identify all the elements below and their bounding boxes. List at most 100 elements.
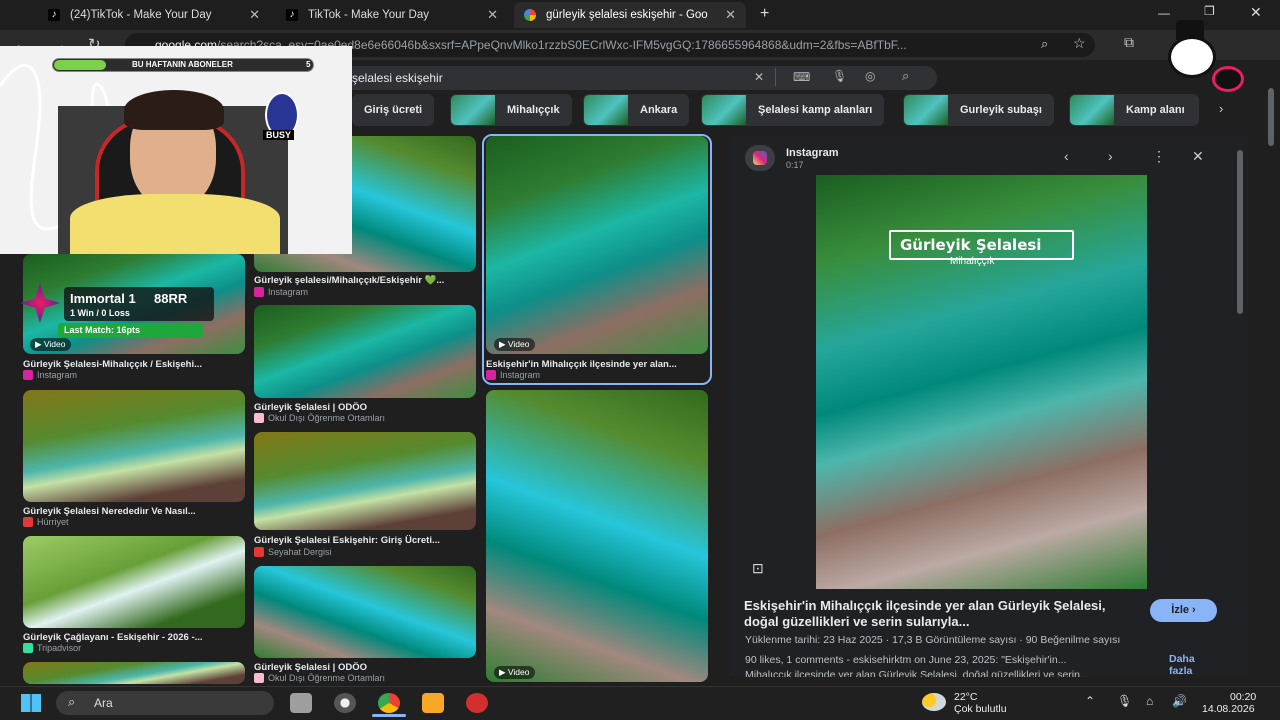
search-input[interactable]: şelalesi eskişehir <box>340 66 937 90</box>
chrome-icon[interactable] <box>378 693 400 713</box>
minimize-button[interactable]: — <box>1158 6 1170 20</box>
chip-giris-ucreti[interactable]: Giriş ücreti <box>352 94 435 126</box>
streamer-shirt <box>70 194 280 254</box>
more-vert-icon[interactable]: ⋮ <box>1152 148 1166 165</box>
preview-description: 90 likes, 1 comments - eskisehirktm on J… <box>745 654 1067 666</box>
app-icon[interactable] <box>334 693 356 713</box>
clock-date[interactable]: 14.08.2026 <box>1202 703 1255 715</box>
close-preview-icon[interactable]: ✕ <box>1192 148 1204 165</box>
result-caption[interactable]: Gürleyik Şelalesi-Mihalıççık / Eskişehi.… <box>23 359 245 370</box>
chip-mihaliccik[interactable]: Mihalıççık <box>450 94 572 126</box>
result-image[interactable] <box>254 566 476 658</box>
result-source[interactable]: Okul Dışı Öğrenme Ortamları <box>254 413 385 423</box>
result-image[interactable] <box>23 536 245 628</box>
preview-title[interactable]: Eskişehir'in Mihalıççık ilçesinde yer al… <box>744 598 1136 630</box>
panel-scrollbar[interactable] <box>1237 150 1243 314</box>
new-tab-button[interactable]: + <box>760 5 769 23</box>
result-caption[interactable]: Gürleyik şelalesi/Mihalıççık/Eskişehir 💚… <box>254 275 476 286</box>
weather-temp[interactable]: 22°C <box>954 691 977 703</box>
result-image[interactable] <box>23 390 245 502</box>
chip-kamp-alani[interactable]: Kamp alanı <box>1069 94 1199 126</box>
result-source[interactable]: Instagram <box>254 287 308 297</box>
task-view-icon[interactable] <box>290 693 312 713</box>
result-caption[interactable]: Gürleyik Şelalesi | ODÖO <box>254 662 476 673</box>
profile-avatar[interactable] <box>1212 66 1244 92</box>
chip-kamp-alanlari[interactable]: Şelalesi kamp alanları <box>701 94 885 126</box>
result-caption[interactable]: Gürleyik Şelalesi | ODÖO <box>254 402 476 413</box>
tab-title: TikTok - Make Your Day <box>308 9 430 21</box>
subscriber-goal-fill <box>54 60 106 70</box>
last-match-badge: Last Match: 16pts <box>58 323 203 338</box>
video-badge: ▶ Video <box>494 338 535 351</box>
result-image[interactable] <box>486 390 708 682</box>
keyboard-icon[interactable]: ⌨ <box>793 70 810 84</box>
bookmark-star-icon[interactable]: ☆ <box>1073 35 1086 52</box>
result-source[interactable]: Instagram <box>486 370 540 380</box>
subscriber-goal-count: 5 <box>306 60 311 69</box>
prev-icon[interactable]: ‹ <box>1064 148 1069 164</box>
tab-google-search[interactable]: gürleyik şelalesi eskişehir - Goo ✕ <box>514 2 746 28</box>
weather-icon[interactable] <box>922 693 946 711</box>
channel-logo-text: BUSY <box>263 130 295 140</box>
result-image[interactable] <box>486 136 708 354</box>
chips-next-icon[interactable]: › <box>1219 101 1223 116</box>
window-close-button[interactable]: ✕ <box>1250 4 1262 21</box>
result-source[interactable]: Tripadvisor <box>23 643 81 653</box>
instagram-icon <box>486 370 496 380</box>
taskbar-search-input[interactable] <box>56 691 274 715</box>
app-icon[interactable] <box>466 693 488 713</box>
mic-icon[interactable]: 🎙 <box>832 69 847 83</box>
volume-icon[interactable]: 🔊 <box>1172 694 1187 708</box>
next-icon[interactable]: › <box>1108 148 1113 164</box>
lens-search-icon[interactable]: ⊡ <box>752 560 764 577</box>
zoom-icon[interactable]: ⌕ <box>1041 36 1048 52</box>
preview-source[interactable]: Instagram <box>786 147 839 159</box>
weather-desc[interactable]: Çok bulutlu <box>954 703 1007 715</box>
chip-thumbnail <box>1070 95 1114 125</box>
result-image[interactable] <box>23 662 245 684</box>
chip-ankara[interactable]: Ankara <box>583 94 690 126</box>
chip-thumbnail <box>702 95 746 125</box>
chip-gurleyik-subasi[interactable]: Gurleyik subaşı <box>903 94 1054 126</box>
result-caption[interactable]: Gürleyik Şelalesi Eskişehir: Giriş Ücret… <box>254 535 476 546</box>
tray-chevron-icon[interactable]: ⌃ <box>1085 694 1095 708</box>
more-link[interactable]: Daha fazla <box>1169 653 1209 677</box>
search-icon: ⌕ <box>68 694 76 709</box>
chip-label: Gurleyik subaşı <box>960 104 1042 116</box>
result-source[interactable]: Okul Dışı Öğrenme Ortamları <box>254 673 385 683</box>
search-icon[interactable]: ⌕ <box>902 68 909 84</box>
tab-tiktok-1[interactable]: ♪ (24)TikTok - Make Your Day ✕ <box>38 2 270 28</box>
result-caption[interactable]: Gürleyik Şelalesi Neredediır Ve Nasıl... <box>23 506 245 517</box>
close-icon[interactable]: ✕ <box>249 7 260 23</box>
chip-label: Ankara <box>640 104 678 116</box>
video-badge: ▶ Video <box>30 338 71 351</box>
watch-button[interactable]: İzle › <box>1150 599 1217 622</box>
network-icon[interactable]: ⌂ <box>1146 694 1153 708</box>
search-query: şelalesi eskişehir <box>352 71 443 85</box>
preview-meta: Yüklenme tarihi: 23 Haz 2025 · 17,3 B Gö… <box>745 634 1121 646</box>
result-caption[interactable]: Eskişehir'in Mihalıççık ilçesinde yer al… <box>486 359 708 370</box>
result-caption[interactable]: Gürleyik Çağlayanı - Eskişehir - 2026 -.… <box>23 632 245 643</box>
instagram-icon <box>254 287 264 297</box>
clear-search-icon[interactable]: ✕ <box>754 70 764 84</box>
close-icon[interactable]: ✕ <box>725 7 736 23</box>
result-image[interactable] <box>254 305 476 398</box>
file-explorer-icon[interactable] <box>422 693 444 713</box>
tab-tiktok-2[interactable]: ♪ TikTok - Make Your Day ✕ <box>276 2 508 28</box>
page-scrollbar[interactable] <box>1268 88 1274 146</box>
result-source[interactable]: Seyahat Dergisi <box>254 547 332 557</box>
result-source[interactable]: Instagram <box>23 370 77 380</box>
extensions-icon[interactable]: ⧉ <box>1124 34 1134 51</box>
result-source[interactable]: Hürriyet <box>23 517 69 527</box>
taskbar-search-placeholder: Ara <box>94 696 113 710</box>
chip-label: Mihalıççık <box>507 104 560 116</box>
lens-icon[interactable]: ◎ <box>865 69 875 83</box>
windows-start-icon[interactable] <box>21 694 41 712</box>
panda-avatar <box>1168 36 1216 78</box>
overlay-title: Gürleyik Şelalesi <box>900 236 1042 254</box>
clock-time[interactable]: 00:20 <box>1230 691 1256 703</box>
mic-icon[interactable]: 🎙 <box>1117 694 1132 708</box>
result-image[interactable] <box>254 432 476 530</box>
close-icon[interactable]: ✕ <box>487 7 498 23</box>
restore-button[interactable]: ❐ <box>1204 4 1215 18</box>
